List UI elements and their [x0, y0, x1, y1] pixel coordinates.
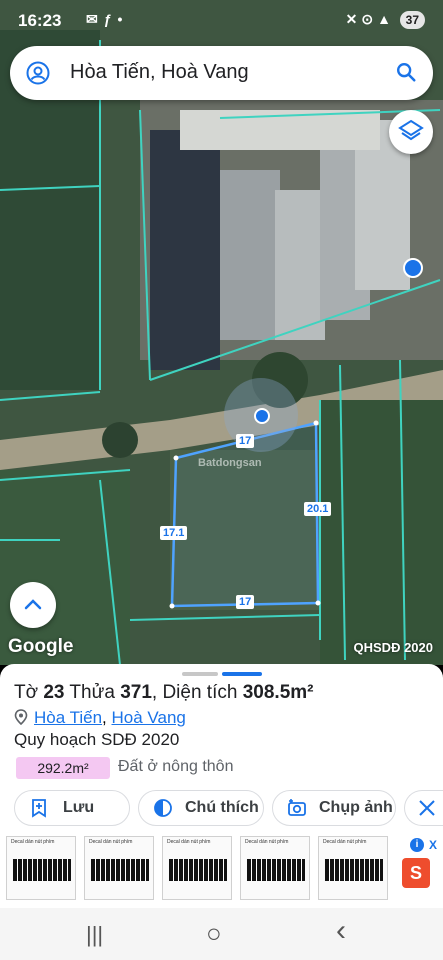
search-bar[interactable]: Hòa Tiến, Hoà Vang	[10, 46, 433, 100]
commune-link[interactable]: Hòa Tiến	[34, 708, 102, 727]
recents-button[interactable]: |||	[86, 922, 103, 948]
district-link[interactable]: Hoà Vang	[112, 708, 186, 727]
ad-banner[interactable]: Decal dán nút phím Decal dán nút phím De…	[0, 834, 443, 908]
ad-title: Decal dán nút phím	[11, 839, 55, 845]
ad-card[interactable]: Decal dán nút phím	[84, 836, 154, 900]
dimension-top: 17	[236, 434, 255, 448]
location-pin-icon	[14, 709, 28, 726]
measure-button[interactable]	[404, 790, 443, 826]
ad-card[interactable]: Decal dán nút phím	[6, 836, 76, 900]
nearby-marker[interactable]	[403, 258, 423, 278]
ad-info-icon[interactable]: i	[410, 838, 424, 852]
ad-card[interactable]: Decal dán nút phím	[162, 836, 232, 900]
ad-title: Decal dán nút phím	[245, 839, 289, 845]
search-icon[interactable]	[395, 61, 417, 83]
keyboard-image	[91, 859, 149, 881]
facebook-icon: ƒ	[103, 11, 118, 27]
save-label: Lưu	[63, 799, 95, 816]
notification-icons: ✉ƒ•	[86, 11, 128, 28]
map-layer-caption: QHSDĐ 2020	[353, 640, 433, 655]
parcel-info-sheet[interactable]: Tờ 23 Thửa 371, Diện tích 308.5m² Hòa Ti…	[0, 664, 443, 908]
status-time: 16:23	[18, 11, 62, 30]
parcel-address: Hòa Tiến, Hoà Vang	[14, 708, 186, 728]
plan-title: Quy hoạch SDĐ 2020	[14, 730, 180, 749]
google-logo: Google	[8, 636, 74, 657]
sheet-number: 23	[43, 682, 65, 703]
keyboard-image	[325, 859, 383, 881]
bookmark-add-icon	[32, 799, 46, 818]
svg-text:Batdongsan: Batdongsan	[198, 457, 262, 469]
save-button[interactable]: Lưu	[14, 790, 130, 826]
battery-icon: 37	[399, 11, 425, 29]
ad-title: Decal dán nút phím	[323, 839, 367, 845]
ad-close-icon[interactable]: X	[429, 838, 441, 852]
ad-title: Decal dán nút phím	[89, 839, 133, 845]
navigation-bar: ||| ○ ‹	[0, 908, 443, 960]
location-icon: ⊙	[361, 11, 378, 27]
keyboard-image	[247, 859, 305, 881]
ad-card[interactable]: Decal dán nút phím	[240, 836, 310, 900]
keyboard-image	[13, 859, 71, 881]
take-photo-label: Chụp ảnh	[319, 799, 393, 816]
home-button[interactable]: ○	[206, 918, 222, 949]
signal-4g-icon: ▲	[377, 11, 395, 27]
system-icons: ✕⊙▲	[346, 11, 395, 28]
expand-up-button[interactable]	[10, 582, 56, 628]
chevron-up-icon	[24, 599, 42, 610]
area-prefix: , Diện tích	[151, 682, 243, 703]
ad-title: Decal dán nút phím	[167, 839, 211, 845]
search-input[interactable]: Hòa Tiến, Hoà Vang	[70, 61, 249, 84]
plot-number: 371	[120, 682, 152, 703]
layers-button[interactable]	[389, 110, 433, 154]
land-use-label: Đất ở nông thôn	[118, 758, 234, 775]
ad-card[interactable]: Decal dán nút phím	[318, 836, 388, 900]
account-icon[interactable]	[26, 61, 50, 85]
take-photo-button[interactable]: Chụp ảnh	[272, 790, 396, 826]
legend-button[interactable]: Chú thích	[138, 790, 264, 826]
keyboard-image	[169, 859, 227, 881]
mute-icon: ✕	[345, 11, 362, 27]
legend-icon	[154, 799, 172, 817]
sheet-prefix: Tờ	[14, 682, 44, 703]
dot-icon: •	[117, 11, 129, 27]
layers-icon	[398, 119, 424, 141]
dimension-right: 20.1	[304, 502, 332, 516]
back-button[interactable]: ‹	[336, 914, 346, 948]
sheet-handle-right[interactable]	[222, 672, 262, 676]
sheet-handle-left[interactable]	[182, 672, 218, 676]
status-bar: 16:23 ✉ƒ• ✕⊙▲ 37	[0, 0, 443, 42]
dimension-bottom: 17	[236, 595, 255, 609]
map-view[interactable]: Batdongsan 16:23 ✉ƒ• ✕⊙▲ 37 Hòa Tiến, Ho…	[0, 0, 443, 665]
parcel-area: 308.5m²	[242, 682, 314, 703]
messenger-icon: ✉	[86, 11, 104, 27]
address-separator: ,	[102, 708, 112, 727]
camera-add-icon	[288, 799, 306, 816]
shopping-bag-icon[interactable]: S	[402, 858, 430, 888]
dimension-left: 17.1	[160, 526, 188, 540]
my-location-dot[interactable]	[254, 408, 270, 424]
plot-prefix: Thửa	[64, 682, 121, 703]
legend-label: Chú thích	[185, 799, 259, 816]
plan-area-badge: 292.2m²	[16, 757, 110, 779]
ruler-icon	[419, 800, 435, 816]
parcel-title: Tờ 23 Thửa 371, Diện tích 308.5m²	[14, 682, 314, 704]
